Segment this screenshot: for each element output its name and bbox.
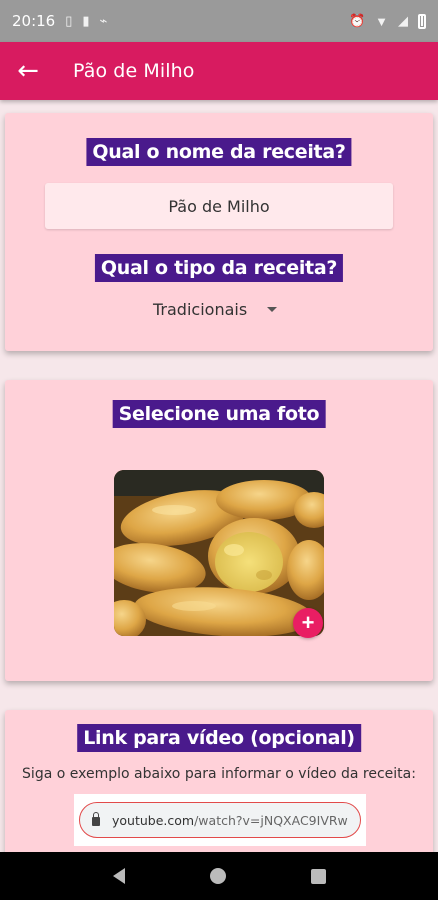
lock-icon [92, 811, 100, 826]
plus-icon: + [301, 610, 315, 635]
status-time: 20:16 [12, 12, 56, 30]
recipe-name-input[interactable]: Pão de Milho [45, 183, 393, 229]
recipe-name-value: Pão de Milho [168, 196, 270, 216]
sim-icon: ▯ [65, 13, 73, 28]
cast-icon: ⌁ [99, 13, 108, 28]
url-example-bar: youtube.com/watch?v=jNQXAC9IVRw [79, 802, 361, 838]
recipe-photo[interactable] [114, 470, 324, 636]
nav-back-icon[interactable] [112, 868, 125, 884]
recipe-info-card: Qual o nome da receita? Pão de Milho Qua… [5, 113, 433, 351]
battery-icon [418, 13, 426, 29]
url-example-image: youtube.com/watch?v=jNQXAC9IVRw [74, 794, 366, 846]
signal-icon: ◢ [398, 13, 408, 28]
nav-recents-icon[interactable] [310, 868, 326, 884]
page-title: Pão de Milho [73, 60, 195, 82]
video-card: Link para vídeo (opcional) Siga o exempl… [5, 710, 433, 852]
alarm-icon: ⏰ [348, 13, 366, 28]
status-right: ⏰ ▼ ◢ [349, 13, 426, 29]
photo-card: Selecione uma foto + [5, 380, 433, 681]
recipe-type-select[interactable]: Tradicionais [153, 293, 283, 325]
recipe-type-value: Tradicionais [153, 299, 248, 319]
app-bar: ← Pão de Milho [0, 42, 438, 100]
back-button[interactable]: ← [0, 42, 56, 100]
system-nav-bar [0, 852, 438, 900]
video-label: Link para vídeo (opcional) [77, 724, 361, 752]
sd-card-icon: ▮ [82, 13, 90, 28]
wifi-icon: ▼ [375, 13, 388, 29]
add-photo-button[interactable]: + [293, 608, 323, 638]
nav-home-icon[interactable] [209, 868, 226, 884]
url-path: /watch?v=jNQXAC9IVRw [194, 812, 348, 828]
recipe-type-label: Qual o tipo da receita? [94, 254, 344, 282]
recipe-photo-image [114, 470, 324, 636]
photo-label: Selecione uma foto [112, 400, 326, 428]
url-domain: youtube.com [112, 812, 195, 828]
status-left: 20:16 ▯ ▮ ⌁ [12, 12, 107, 30]
video-help-text: Siga o exemplo abaixo para informar o ví… [22, 766, 416, 782]
status-bar: 20:16 ▯ ▮ ⌁ ⏰ ▼ ◢ [0, 0, 438, 42]
form-scroll[interactable]: Qual o nome da receita? Pão de Milho Qua… [0, 100, 438, 852]
arrow-left-icon: ← [17, 56, 39, 86]
dropdown-arrow-icon [267, 306, 277, 312]
recipe-name-label: Qual o nome da receita? [86, 138, 352, 166]
